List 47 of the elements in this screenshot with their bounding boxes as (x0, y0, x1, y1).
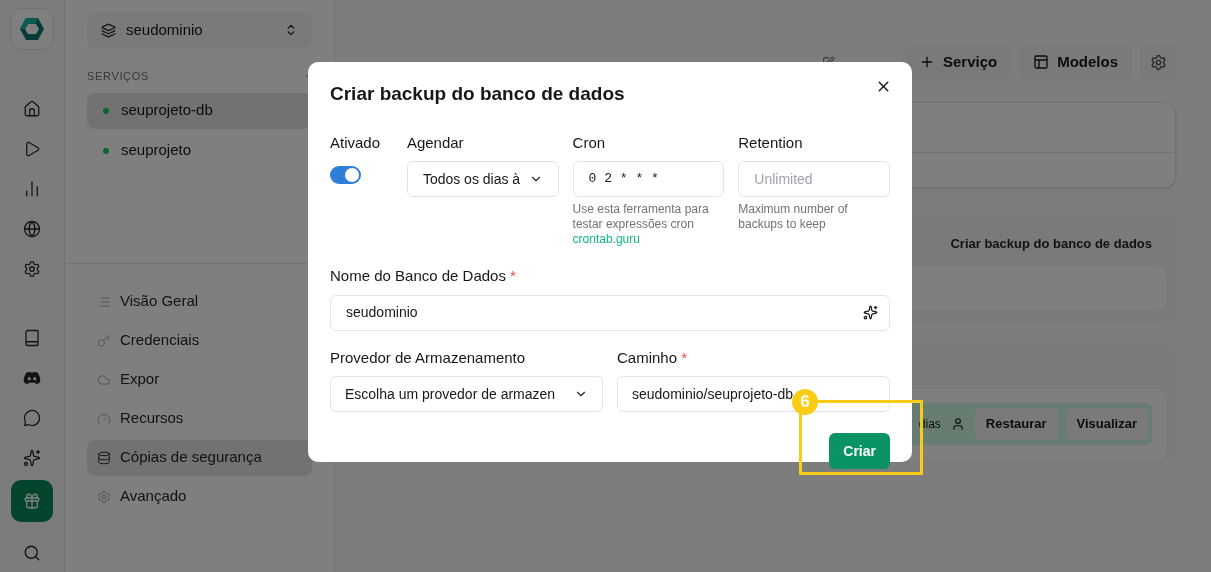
crontab-link[interactable]: crontab.guru (572, 232, 725, 247)
discord-icon[interactable] (23, 369, 41, 387)
help-text: Maximum number of backups to keep (738, 202, 849, 232)
project-selector[interactable]: seudominio (87, 12, 312, 48)
field-label: Agendar (406, 132, 465, 153)
toggle-switch[interactable] (330, 166, 361, 184)
chat-icon[interactable] (23, 409, 41, 427)
row-button[interactable]: Restaurar (974, 408, 1058, 440)
cloud-icon (97, 372, 111, 387)
database-name-field[interactable]: seudominio (330, 294, 890, 331)
create-button[interactable]: Criar (829, 433, 890, 469)
search-icon[interactable] (23, 544, 41, 562)
stack-icon (101, 22, 116, 38)
database-icon (97, 450, 111, 465)
book-icon[interactable] (23, 329, 41, 347)
field-label: Caminho * (617, 347, 689, 368)
dialog-title: Criar backup do banco de dados (330, 82, 625, 106)
list-icon (97, 294, 111, 309)
field-label: Nome do Banco de Dados * (330, 266, 517, 286)
key-icon (97, 333, 111, 348)
sparkles-icon[interactable] (863, 305, 878, 320)
play-icon[interactable] (23, 140, 41, 158)
gift-icon (23, 492, 41, 510)
user-icon (950, 417, 965, 431)
field-label: Retention (738, 132, 804, 153)
globe-icon[interactable] (23, 220, 41, 238)
field-label: Cron (572, 132, 607, 153)
storage-provider-select[interactable]: Escolha um provedor de armazen (330, 376, 603, 412)
tab[interactable]: Criar backup do banco de dados (950, 234, 1152, 254)
row-button[interactable]: Visualizar (1065, 408, 1148, 440)
field-label: Provedor de Armazenamento (330, 347, 527, 368)
help-text: Use esta ferramenta para testar expressões cron (572, 202, 710, 232)
settings-icon[interactable] (23, 260, 41, 278)
home-icon[interactable] (23, 100, 41, 118)
logo-icon[interactable] (11, 8, 53, 50)
schedule-select[interactable]: Todos os dias à (406, 161, 559, 197)
gauge-icon (97, 411, 111, 426)
cron-field[interactable]: 0 2 * * * (572, 161, 725, 197)
retention-field[interactable]: Unlimited (738, 161, 890, 197)
gear-icon (97, 489, 111, 504)
layout-icon (1033, 54, 1050, 70)
nav-item[interactable]: Cópias de segurança (87, 439, 312, 476)
section-heading: SERVIÇOS (87, 69, 149, 84)
settings-icon (1149, 53, 1167, 71)
field-label: Ativado (330, 132, 382, 153)
bar-chart-icon[interactable] (23, 180, 41, 198)
gift-button[interactable] (11, 480, 53, 522)
